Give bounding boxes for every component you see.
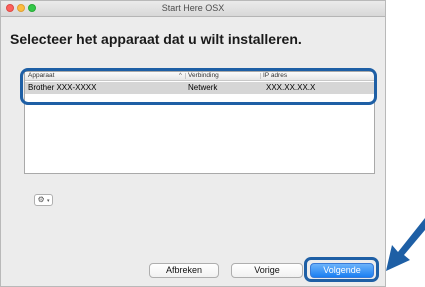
installer-window: Start Here OSX Selecteer het apparaat da… <box>0 0 386 287</box>
title-bar[interactable]: Start Here OSX <box>1 1 385 17</box>
page-heading: Selecteer het apparaat dat u wilt instal… <box>10 31 302 47</box>
previous-button[interactable]: Vorige <box>231 263 303 278</box>
chevron-down-icon: ▾ <box>46 198 50 204</box>
next-button-highlight <box>304 257 379 282</box>
window-title: Start Here OSX <box>161 3 225 13</box>
device-row-highlight <box>20 68 377 105</box>
gear-icon: ⚙ <box>37 195 45 204</box>
action-menu-button[interactable]: ⚙ ▾ <box>34 194 53 206</box>
cancel-button[interactable]: Afbreken <box>149 263 219 278</box>
pointer-arrow-icon <box>386 218 425 271</box>
